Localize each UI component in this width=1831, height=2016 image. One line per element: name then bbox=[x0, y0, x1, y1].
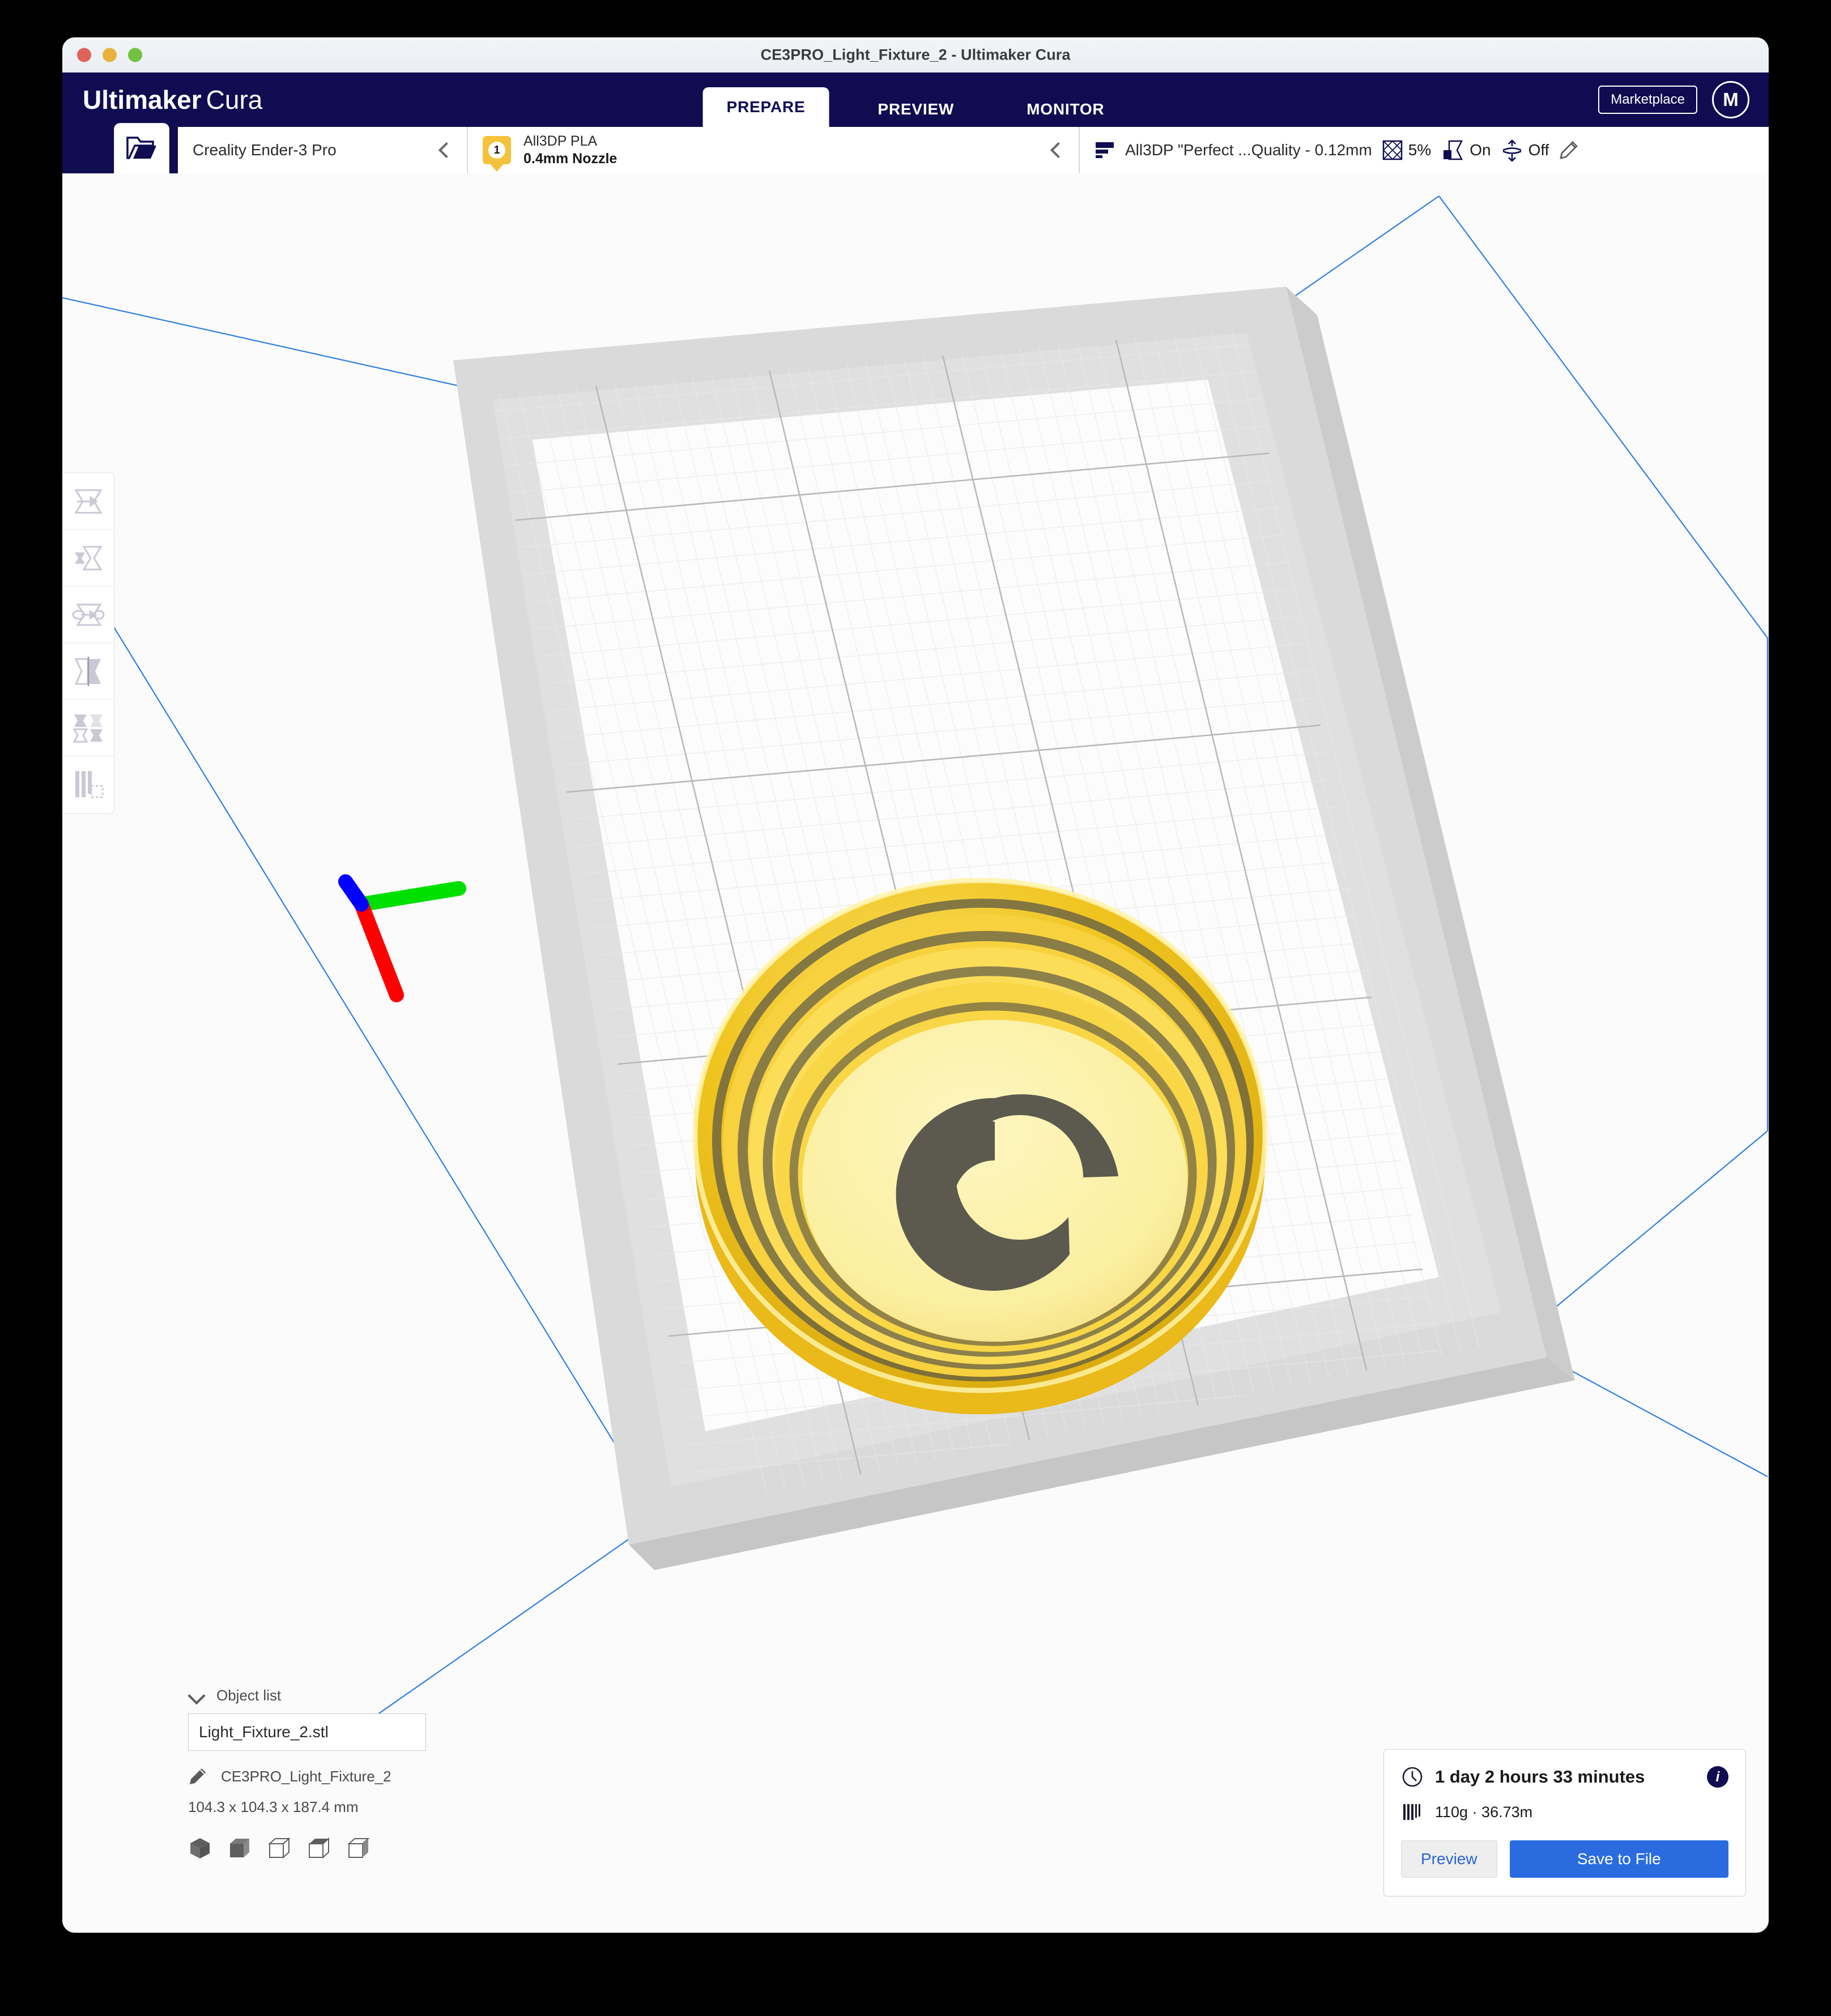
tool-column bbox=[62, 473, 114, 814]
filament-icon bbox=[1403, 1804, 1420, 1820]
chevron-down-icon bbox=[188, 1686, 206, 1705]
tab-prepare[interactable]: PREPARE bbox=[702, 87, 829, 127]
adhesion-setting[interactable]: Off bbox=[1501, 139, 1549, 161]
material-usage: 110g · 36.73m bbox=[1435, 1803, 1533, 1821]
print-info-panel: 1 day 2 hours 33 minutes i 110g · 36.73m bbox=[1383, 1749, 1746, 1896]
pencil-icon[interactable] bbox=[1559, 141, 1578, 160]
pencil-icon[interactable] bbox=[188, 1767, 207, 1786]
window-title: CE3PRO_Light_Fixture_2 - Ultimaker Cura bbox=[760, 46, 1071, 63]
infill-icon bbox=[1382, 140, 1403, 160]
material-selector[interactable]: 1 All3DP PLA 0.4mm Nozzle bbox=[468, 127, 1079, 173]
save-to-file-button[interactable]: Save to File bbox=[1509, 1840, 1728, 1878]
avatar[interactable]: M bbox=[1712, 81, 1749, 118]
print-time-row: 1 day 2 hours 33 minutes i bbox=[1401, 1766, 1728, 1788]
view-left-icon[interactable] bbox=[307, 1836, 331, 1860]
info-icon[interactable]: i bbox=[1707, 1766, 1728, 1788]
window-titlebar: CE3PRO_Light_Fixture_2 - Ultimaker Cura bbox=[62, 37, 1769, 73]
extruder-badge: 1 bbox=[483, 136, 511, 164]
support-value: On bbox=[1470, 141, 1491, 159]
material-usage-row: 110g · 36.73m bbox=[1401, 1801, 1728, 1823]
marketplace-button[interactable]: Marketplace bbox=[1598, 86, 1697, 114]
model-name: CE3PRO_Light_Fixture_2 bbox=[221, 1767, 391, 1785]
nozzle-size: 0.4mm Nozzle bbox=[523, 151, 618, 167]
viewport-3d[interactable]: Object list Light_Fixture_2.stl CE3PRO_L… bbox=[62, 173, 1769, 1933]
view-top-icon[interactable] bbox=[267, 1836, 291, 1860]
stage-tabs: PREPARE PREVIEW MONITOR bbox=[691, 73, 1141, 127]
object-list-title: Object list bbox=[216, 1687, 282, 1704]
tab-preview[interactable]: PREVIEW bbox=[854, 92, 978, 127]
print-time: 1 day 2 hours 33 minutes bbox=[1435, 1767, 1645, 1787]
printer-selector[interactable]: Creality Ender-3 Pro bbox=[178, 127, 467, 173]
move-icon bbox=[74, 489, 103, 513]
scale-icon bbox=[75, 546, 103, 570]
model-light-fixture[interactable] bbox=[692, 878, 1268, 1414]
config-bar: Creality Ender-3 Pro 1 All3DP PLA 0.4mm … bbox=[62, 124, 1769, 173]
infill-setting[interactable]: 5% bbox=[1382, 140, 1431, 160]
chevron-left-icon bbox=[438, 142, 455, 159]
support-icon bbox=[1443, 140, 1463, 160]
preview-button[interactable]: Preview bbox=[1401, 1840, 1497, 1878]
view-front-icon[interactable] bbox=[228, 1836, 252, 1860]
header-actions: Marketplace M bbox=[1598, 81, 1749, 118]
support-setting[interactable]: On bbox=[1441, 139, 1491, 161]
rotate-icon bbox=[72, 603, 105, 626]
model-dimensions: 104.3 x 104.3 x 187.4 mm bbox=[188, 1798, 359, 1815]
object-list-panel: Object list Light_Fixture_2.stl CE3PRO_L… bbox=[188, 1686, 426, 1860]
infill-value: 5% bbox=[1408, 141, 1432, 159]
brand-ultimaker: Ultimaker bbox=[83, 85, 202, 114]
printer-name: Creality Ender-3 Pro bbox=[193, 141, 337, 159]
tab-monitor[interactable]: MONITOR bbox=[1003, 92, 1128, 127]
build-plate-scene bbox=[62, 195, 1769, 1749]
chevron-left-icon bbox=[1050, 142, 1067, 159]
list-item[interactable]: Light_Fixture_2.stl bbox=[188, 1713, 426, 1751]
per-model-settings-tool[interactable] bbox=[62, 700, 114, 756]
clock-icon bbox=[1402, 1767, 1423, 1787]
material-info: All3DP PLA 0.4mm Nozzle bbox=[523, 133, 1040, 167]
profile-name: All3DP "Perfect ...Quality - 0.12mm bbox=[1125, 141, 1372, 159]
scale-tool[interactable] bbox=[62, 530, 114, 586]
move-tool[interactable] bbox=[62, 473, 114, 530]
open-folder-icon bbox=[126, 137, 156, 159]
object-list-header[interactable]: Object list bbox=[188, 1686, 426, 1705]
view-3d-icon[interactable] bbox=[188, 1836, 212, 1860]
cura-header: Ultimaker Cura PREPARE PREVIEW MONITOR Ma… bbox=[62, 73, 1769, 127]
per-model-settings-icon bbox=[73, 714, 103, 742]
support-blocker-tool[interactable] bbox=[62, 756, 114, 813]
cura-logo: Ultimaker Cura bbox=[83, 84, 262, 115]
profile-selector[interactable]: All3DP "Perfect ...Quality - 0.12mm 5% O… bbox=[1080, 127, 1769, 173]
origin-axes bbox=[338, 874, 466, 1002]
open-file-button[interactable] bbox=[114, 124, 169, 173]
view-right-icon[interactable] bbox=[347, 1836, 371, 1860]
adhesion-icon bbox=[1502, 139, 1522, 161]
application-window: CE3PRO_Light_Fixture_2 - Ultimaker Cura … bbox=[62, 37, 1769, 1933]
layer-height-icon bbox=[1096, 142, 1114, 158]
mirror-icon bbox=[74, 656, 101, 686]
material-name: All3DP PLA bbox=[523, 133, 598, 149]
extruder-number: 1 bbox=[488, 142, 505, 159]
brand-cura: Cura bbox=[206, 85, 263, 114]
print-action-buttons: Preview Save to File bbox=[1401, 1840, 1728, 1878]
model-name-row: CE3PRO_Light_Fixture_2 bbox=[188, 1767, 426, 1786]
rotate-tool[interactable] bbox=[62, 586, 114, 643]
view-orientation-buttons bbox=[188, 1836, 426, 1860]
mirror-tool[interactable] bbox=[62, 643, 114, 700]
support-blocker-icon bbox=[75, 771, 104, 798]
adhesion-value: Off bbox=[1528, 141, 1549, 159]
